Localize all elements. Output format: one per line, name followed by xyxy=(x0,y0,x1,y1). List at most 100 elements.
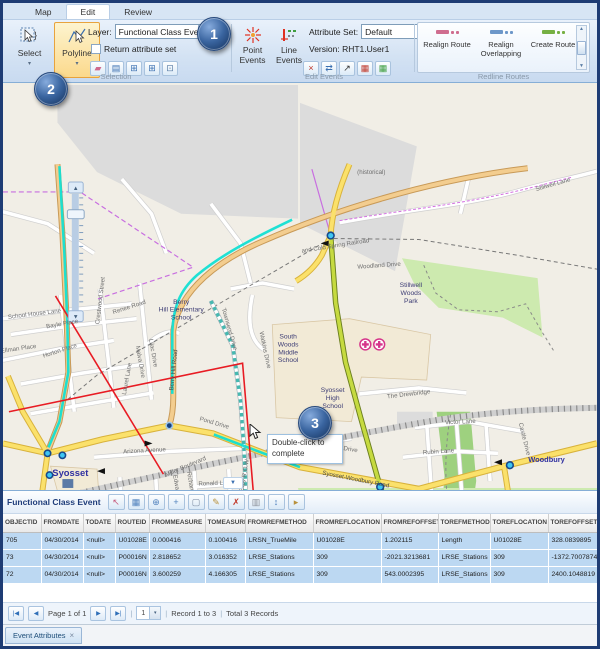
return-attribute-set-checkbox[interactable] xyxy=(91,44,101,54)
header-cell[interactable]: TOREFMETHOD xyxy=(438,514,490,532)
previous-page-button[interactable]: ◀ xyxy=(28,606,44,621)
redline-routes-panel: Realign Route Realign Overlapping Create… xyxy=(417,22,590,73)
first-page-button[interactable]: |◀ xyxy=(8,606,24,621)
map-label: High xyxy=(326,395,340,402)
realign-route-button[interactable]: Realign Route xyxy=(422,26,472,71)
scroll-up-icon[interactable]: ▲ xyxy=(579,26,584,32)
copy-record-icon[interactable]: ▥ xyxy=(248,494,265,510)
table-cell: 72 xyxy=(3,566,41,583)
select-record-icon[interactable]: ↖ xyxy=(108,494,125,510)
create-route-icon xyxy=(542,26,565,38)
sort-records-icon[interactable]: ↕ xyxy=(268,494,285,510)
delete-record-icon[interactable]: ✗ xyxy=(228,494,245,510)
save-icon[interactable]: ▢ xyxy=(188,494,205,510)
table-cell: 0.000416 xyxy=(149,532,205,549)
map-label: Woods xyxy=(278,341,299,348)
event-attributes-panel: Functional Class Event ↖ ▦ ⊕ + ▢ ✎ ✗ ▥ ↕… xyxy=(3,490,597,648)
page-number-dropdown[interactable]: 1 ▾ xyxy=(136,606,161,620)
header-cell[interactable]: TOREFLOCATION xyxy=(490,514,548,532)
table-cell: 0.100416 xyxy=(205,532,245,549)
tab-edit[interactable]: Edit xyxy=(66,4,111,19)
table-cell: U01028E xyxy=(313,532,381,549)
table-cell: -2021.3213681 xyxy=(381,549,438,566)
collapse-panel-button[interactable]: ▼ xyxy=(223,477,243,489)
table-cell: 309 xyxy=(490,566,548,583)
map-label: Syosset xyxy=(321,387,345,394)
map-label: Syosset xyxy=(52,467,89,478)
table-cell: P00016N xyxy=(115,549,149,566)
line-events-button[interactable]: Line Events xyxy=(272,22,306,78)
bottom-tab-strip: Event Attributes × xyxy=(3,624,597,648)
select-button[interactable]: } Select ▾ xyxy=(8,22,51,78)
zoom-slider-handle xyxy=(67,210,84,219)
map-label: Hill Elementary xyxy=(159,307,205,314)
header-cell[interactable]: FROMREFOFFSET xyxy=(381,514,438,532)
map-label: Middle xyxy=(278,349,298,356)
table-cell: P00016N xyxy=(115,566,149,583)
realign-overlapping-button[interactable]: Realign Overlapping xyxy=(476,26,526,71)
next-page-button[interactable]: ▶ xyxy=(90,606,106,621)
pagination-bar: |◀ ◀ Page 1 of 1 ▶ ▶| | 1 ▾ | Record 1 t… xyxy=(3,602,597,624)
map-label: Berry xyxy=(173,299,190,306)
table-cell: Length xyxy=(438,532,490,549)
redline-group-label: Redline Routes xyxy=(417,72,590,81)
header-cell[interactable]: FROMREFMETHOD xyxy=(245,514,313,532)
map-label: School xyxy=(171,315,192,322)
map-label: Woodbury xyxy=(528,455,565,464)
table-cell: 4.166305 xyxy=(205,566,245,583)
table-cell: 04/30/2014 xyxy=(41,549,83,566)
table-row[interactable]: 70504/30/2014<null>U01028E0.0004160.1004… xyxy=(3,532,597,549)
table-cell: 309 xyxy=(313,549,381,566)
table-cell: LRSE_Stations xyxy=(438,549,490,566)
group-divider xyxy=(414,24,415,72)
point-events-button[interactable]: Point Events xyxy=(235,22,270,78)
scrollbar-thumb[interactable] xyxy=(577,41,586,55)
edit-record-icon[interactable]: ✎ xyxy=(208,494,225,510)
table-cell: 3.016352 xyxy=(205,549,245,566)
attribute-table-icon[interactable]: ▦ xyxy=(128,494,145,510)
table-cell: 705 xyxy=(3,532,41,549)
realign-route-icon xyxy=(436,26,459,38)
header-cell[interactable]: TOMEASURE xyxy=(205,514,245,532)
table-row[interactable]: 7304/30/2014<null>P00016N2.8186523.01635… xyxy=(3,549,597,566)
panel-header: Functional Class Event ↖ ▦ ⊕ + ▢ ✎ ✗ ▥ ↕… xyxy=(3,491,597,514)
tab-review[interactable]: Review xyxy=(110,5,166,19)
header-cell[interactable]: FROMREFLOCATION xyxy=(313,514,381,532)
last-page-button[interactable]: ▶| xyxy=(110,606,126,621)
polyline-caret-icon[interactable]: ▾ xyxy=(75,60,78,67)
table-cell: <null> xyxy=(83,549,115,566)
table-cell: U01028E xyxy=(490,532,548,549)
panel-title: Functional Class Event xyxy=(7,497,101,507)
table-cell: 1.202115 xyxy=(381,532,438,549)
record-range: Record 1 to 3 xyxy=(171,609,216,618)
table-row[interactable]: 7204/30/2014<null>P00016N3.6002594.16630… xyxy=(3,566,597,583)
attribute-table[interactable]: OBJECTIDFROMDATETODATEROUTEIDFROMMEASURE… xyxy=(3,514,598,584)
map-label: Stillwell xyxy=(400,282,423,289)
table-cell: 2.818652 xyxy=(149,549,205,566)
version-row: Version: RHT1.User1 xyxy=(309,44,389,54)
redline-scrollbar[interactable]: ▲ ▼ xyxy=(576,25,587,70)
header-cell[interactable]: OBJECTID xyxy=(3,514,41,532)
header-cell[interactable]: TOREFOFFSET xyxy=(548,514,597,532)
header-cell[interactable]: TODATE xyxy=(83,514,115,532)
tab-event-attributes[interactable]: Event Attributes × xyxy=(5,627,82,644)
scroll-down-icon[interactable]: ▼ xyxy=(579,63,584,69)
header-cell[interactable]: FROMDATE xyxy=(41,514,83,532)
zoom-to-record-icon[interactable]: ⊕ xyxy=(148,494,165,510)
map-label: School xyxy=(278,357,299,364)
tab-map[interactable]: Map xyxy=(21,5,66,19)
open-record-icon[interactable]: ▸ xyxy=(288,494,305,510)
header-cell[interactable]: ROUTEID xyxy=(115,514,149,532)
callout-3: 3 xyxy=(298,406,332,440)
table-cell: 543.0002395 xyxy=(381,566,438,583)
table-cell: LRSE_Stations xyxy=(245,566,313,583)
close-tab-icon[interactable]: × xyxy=(70,631,75,640)
page-dropdown-caret-icon: ▾ xyxy=(149,607,160,619)
callout-2: 2 xyxy=(34,72,68,106)
table-cell: <null> xyxy=(83,566,115,583)
header-cell[interactable]: FROMMEASURE xyxy=(149,514,205,532)
create-route-button[interactable]: Create Route xyxy=(530,26,576,71)
map-label: Woods xyxy=(400,290,421,297)
select-caret-icon[interactable]: ▾ xyxy=(28,60,31,67)
pan-to-record-icon[interactable]: + xyxy=(168,494,185,510)
